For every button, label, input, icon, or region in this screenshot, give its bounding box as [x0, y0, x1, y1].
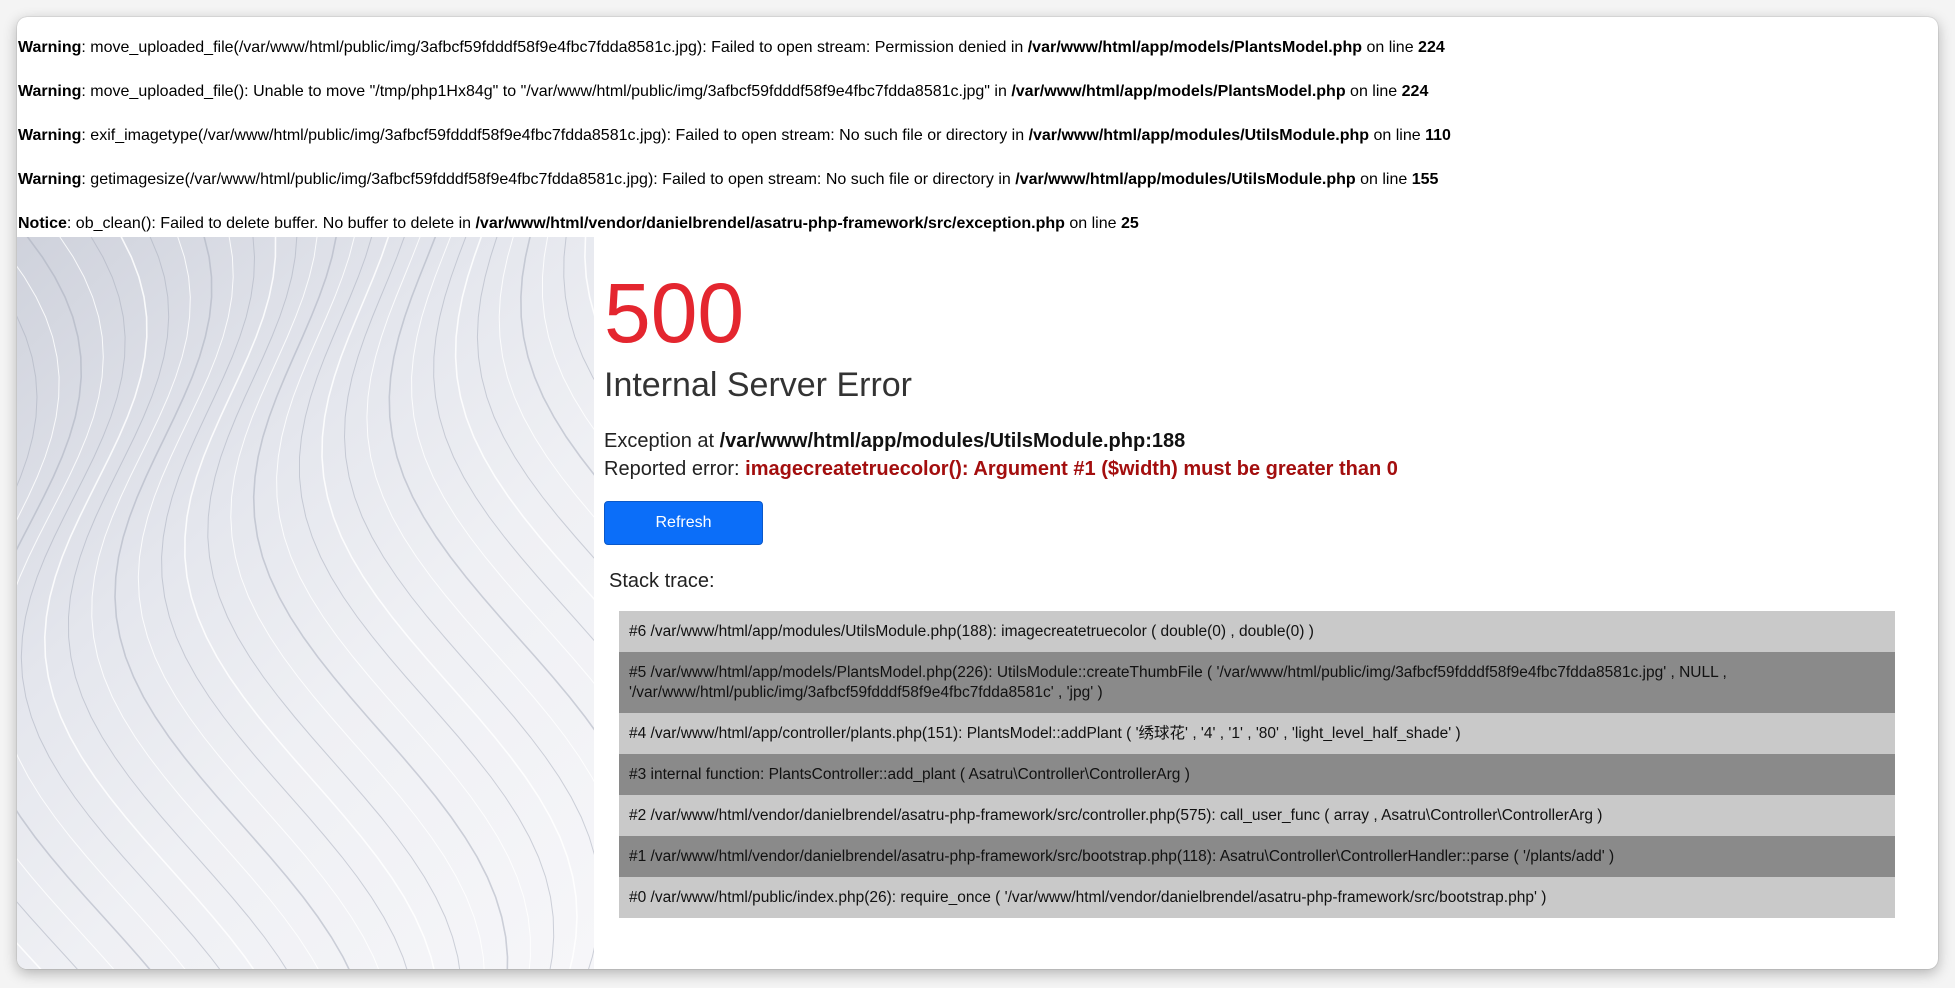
wave-line: [17, 237, 48, 969]
wave-line: [411, 237, 594, 685]
reported-error: Reported error: imagecreatetruecolor(): …: [604, 455, 1938, 483]
stack-trace: #6 /var/www/html/app/modules/UtilsModule…: [619, 611, 1895, 918]
stack-frame: #6 /var/www/html/app/modules/UtilsModule…: [619, 611, 1895, 652]
message-level: Warning: [18, 39, 82, 56]
wave-line: [366, 237, 594, 783]
wave-line: [17, 315, 78, 969]
wave-line: [276, 237, 531, 969]
wave-line: [207, 237, 461, 969]
php-message: Warning: move_uploaded_file(): Unable to…: [18, 82, 1938, 126]
message-on-line: on line: [1362, 39, 1419, 56]
message-line: 25: [1120, 215, 1139, 232]
browser-window: Warning: move_uploaded_file(/var/www/htm…: [17, 17, 1938, 969]
wave-line: [584, 237, 594, 317]
message-file: /var/www/html/app/modules/UtilsModule.ph…: [1015, 171, 1356, 188]
wave-line: [43, 237, 255, 969]
wave-line: [17, 265, 115, 969]
message-text: : move_uploaded_file(/var/www/html/publi…: [81, 39, 1028, 56]
message-text: : exif_imagetype(/var/www/html/public/im…: [81, 127, 1029, 144]
background-image: [17, 237, 594, 969]
wave-line: [17, 942, 42, 969]
message-level: Notice: [18, 215, 67, 232]
message-line: 224: [1401, 83, 1429, 100]
wave-line: [137, 237, 379, 969]
wave-line: [433, 237, 594, 642]
wave-line: [476, 237, 594, 559]
reported-prefix: Reported error:: [604, 458, 746, 480]
message-file: /var/www/html/vendor/danielbrendel/asatr…: [475, 215, 1065, 232]
wave-line: [520, 237, 594, 476]
message-text: : move_uploaded_file(): Unable to move "…: [81, 83, 1012, 100]
message-level: Warning: [18, 83, 82, 100]
message-on-line: on line: [1064, 215, 1121, 232]
php-message: Warning: move_uploaded_file(/var/www/htm…: [18, 38, 1938, 82]
message-level: Warning: [18, 171, 82, 188]
exception-location: Exception at /var/www/html/app/modules/U…: [604, 427, 1938, 455]
error-title: Internal Server Error: [604, 366, 912, 404]
error-code: 500: [604, 266, 745, 360]
wave-line: [230, 237, 485, 969]
stack-frame: #4 /var/www/html/app/controller/plants.p…: [619, 713, 1895, 754]
message-file: /var/www/html/app/modules/UtilsModule.ph…: [1028, 127, 1370, 144]
php-messages: Warning: move_uploaded_file(/var/www/htm…: [18, 38, 1938, 258]
php-message: Warning: exif_imagetype(/var/www/html/pu…: [18, 126, 1938, 170]
wave-line: [17, 237, 186, 969]
message-line: 224: [1418, 39, 1445, 56]
error-panel: 500 Internal Server Error Exception at /…: [604, 237, 1938, 918]
exception-path: /var/www/html/app/modules/UtilsModule.ph…: [719, 430, 1186, 452]
wave-line: [20, 237, 221, 969]
message-line: 155: [1411, 171, 1439, 188]
stack-frame: #0 /var/www/html/public/index.php(26): r…: [619, 877, 1895, 918]
message-on-line: on line: [1345, 83, 1402, 100]
wave-line: [91, 237, 319, 969]
stack-frame: #5 /var/www/html/app/models/PlantsModel.…: [619, 652, 1895, 713]
wave-line: [498, 237, 594, 518]
wave-line: [299, 237, 555, 969]
exception-prefix: Exception at: [604, 430, 720, 452]
stack-trace-label: Stack trace:: [609, 570, 715, 592]
stack-frame: #1 /var/www/html/vendor/danielbrendel/as…: [619, 836, 1895, 877]
message-text: : ob_clean(): Failed to delete buffer. N…: [66, 215, 476, 232]
message-text: : getimagesize(/var/www/html/public/img/…: [81, 171, 1016, 188]
wave-line: [321, 237, 578, 969]
message-file: /var/www/html/app/models/PlantsModel.php: [1011, 83, 1346, 100]
message-level: Warning: [18, 127, 82, 144]
message-on-line: on line: [1355, 171, 1412, 188]
wave-lines-decoration: [17, 237, 594, 969]
stack-frame: #2 /var/www/html/vendor/danielbrendel/as…: [619, 795, 1895, 836]
reported-message: imagecreatetruecolor(): Argument #1 ($wi…: [745, 458, 1398, 480]
message-on-line: on line: [1369, 127, 1426, 144]
wave-line: [388, 237, 594, 731]
php-message: Warning: getimagesize(/var/www/html/publ…: [18, 170, 1938, 214]
stack-frame: #3 internal function: PlantsController::…: [619, 754, 1895, 795]
message-line: 110: [1425, 127, 1451, 144]
refresh-button[interactable]: Refresh: [604, 501, 763, 545]
wave-line: [67, 237, 287, 969]
wave-line: [184, 237, 435, 969]
message-file: /var/www/html/app/models/PlantsModel.php: [1027, 39, 1362, 56]
